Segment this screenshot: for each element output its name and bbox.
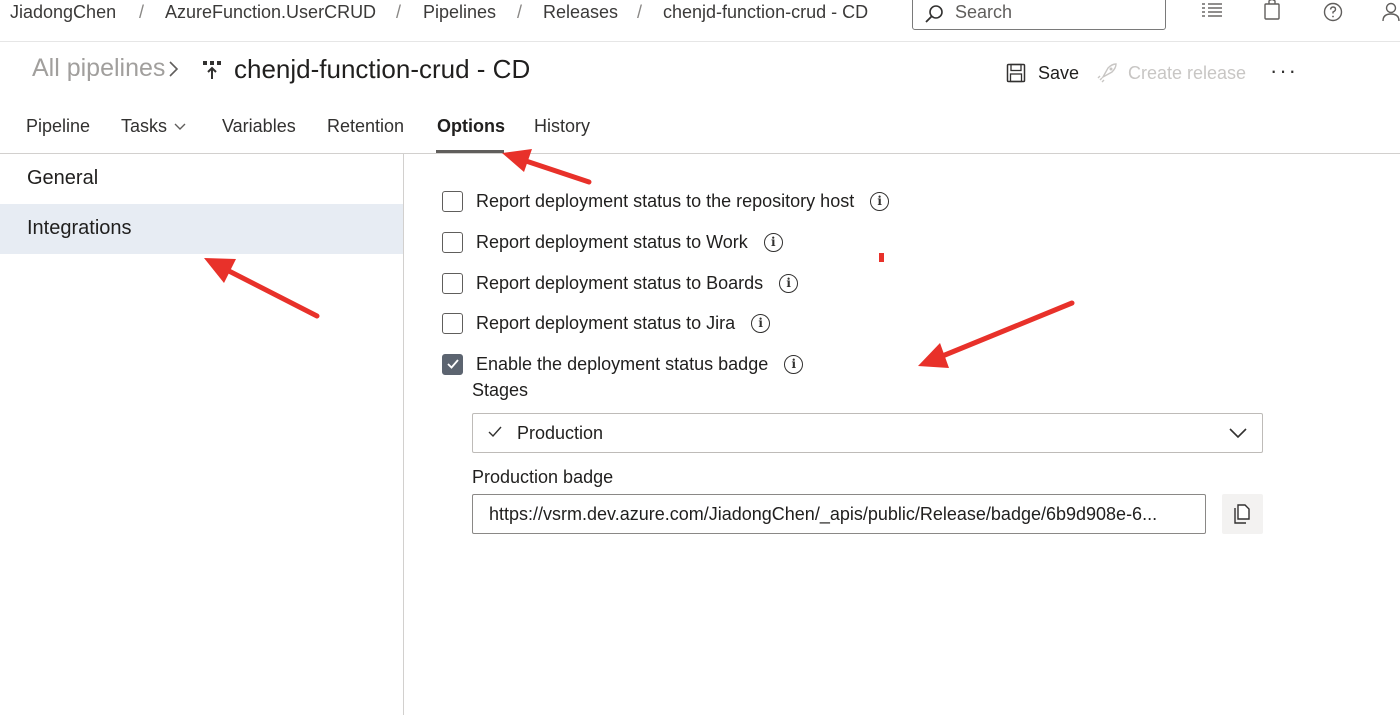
badge-label: Production badge — [472, 467, 614, 487]
breadcrumb-separator: / — [517, 2, 523, 22]
status-badge-checkbox[interactable] — [442, 353, 463, 375]
option-row: Report deployment status to the reposito… — [442, 190, 890, 212]
breadcrumb-releases[interactable]: Releases — [543, 2, 618, 23]
search-placeholder: Search — [955, 2, 1013, 22]
badge-url-field[interactable]: https://vsrm.dev.azure.com/JiadongChen/_… — [472, 494, 1206, 534]
info-icon[interactable]: i — [779, 273, 799, 293]
check-icon — [488, 426, 502, 438]
option-label: Report deployment status to Jira — [476, 312, 736, 333]
breadcrumb-org[interactable]: JiadongChen — [10, 2, 116, 23]
tab-history[interactable]: History — [534, 116, 590, 137]
nav-item-general[interactable]: General — [0, 154, 403, 204]
tab-retention[interactable]: Retention — [327, 116, 404, 137]
breadcrumb-project[interactable]: AzureFunction.UserCRUD — [165, 2, 376, 23]
jira-checkbox[interactable] — [442, 312, 463, 334]
stages-dropdown[interactable]: Production — [472, 413, 1263, 453]
option-row: Report deployment status to Boards i — [442, 272, 799, 294]
copy-icon — [1233, 504, 1250, 524]
annotation-mark — [879, 253, 884, 262]
tab-variables[interactable]: Variables — [222, 116, 296, 137]
stages-label: Stages — [472, 380, 529, 400]
tab-bar: Pipeline Tasks Variables Retention Optio… — [0, 112, 1400, 154]
tab-tasks[interactable]: Tasks — [121, 116, 187, 137]
search-icon — [925, 5, 943, 23]
user-settings-icon[interactable] — [1382, 2, 1400, 22]
repository-host-checkbox[interactable] — [442, 190, 463, 212]
option-row: Enable the deployment status badge i — [442, 353, 804, 375]
tab-pipeline[interactable]: Pipeline — [26, 116, 90, 137]
stages-selected-value: Production — [517, 423, 604, 443]
help-icon[interactable] — [1323, 2, 1343, 22]
info-icon[interactable]: i — [763, 232, 783, 252]
shopping-bag-icon[interactable] — [1263, 0, 1281, 20]
breadcrumb-separator: / — [139, 2, 145, 22]
chevron-right-icon — [169, 61, 179, 77]
rocket-icon — [1097, 63, 1117, 83]
tab-tasks-label: Tasks — [121, 116, 168, 136]
release-pipeline-icon — [203, 61, 221, 79]
search-box[interactable]: Search — [912, 0, 1166, 30]
info-icon[interactable]: i — [751, 313, 771, 333]
all-pipelines-link[interactable]: All pipelines — [32, 54, 165, 83]
option-row: Report deployment status to Jira i — [442, 312, 771, 334]
create-release-label: Create release — [1128, 62, 1247, 83]
badge-url-value: https://vsrm.dev.azure.com/JiadongChen/_… — [489, 504, 1158, 524]
option-label: Report deployment status to Boards — [476, 272, 764, 293]
task-list-icon[interactable] — [1201, 2, 1223, 20]
active-tab-indicator — [436, 150, 504, 153]
breadcrumb-pipelines[interactable]: Pipelines — [423, 2, 496, 23]
annotation-arrow — [918, 300, 1075, 368]
option-row: Report deployment status to Work i — [442, 231, 783, 253]
checkmark-icon — [446, 359, 459, 369]
create-release-button[interactable]: Create release — [1096, 60, 1246, 86]
top-bar: JiadongChen / AzureFunction.UserCRUD / P… — [0, 0, 1400, 42]
save-icon — [1006, 63, 1026, 83]
option-label: Enable the deployment status badge — [476, 353, 769, 374]
info-icon[interactable]: i — [870, 191, 890, 211]
chevron-down-icon — [174, 123, 186, 130]
chevron-down-icon — [1229, 428, 1247, 439]
option-label: Report deployment status to the reposito… — [476, 190, 855, 211]
breadcrumb-separator: / — [637, 2, 643, 22]
work-checkbox[interactable] — [442, 231, 463, 253]
tab-options[interactable]: Options — [437, 116, 505, 137]
option-label: Report deployment status to Work — [476, 231, 748, 252]
boards-checkbox[interactable] — [442, 272, 463, 294]
options-side-nav: General Integrations — [0, 154, 404, 715]
page-title: chenjd-function-crud - CD — [234, 54, 531, 84]
breadcrumb-separator: / — [396, 2, 402, 22]
nav-item-integrations[interactable]: Integrations — [0, 204, 403, 254]
save-label: Save — [1038, 62, 1080, 83]
more-actions-button[interactable]: ··· — [1270, 58, 1298, 84]
copy-button[interactable] — [1222, 494, 1263, 534]
info-icon[interactable]: i — [784, 354, 804, 374]
save-button[interactable]: Save — [1006, 60, 1079, 86]
breadcrumb-pipeline[interactable]: chenjd-function-crud - CD — [663, 2, 868, 23]
